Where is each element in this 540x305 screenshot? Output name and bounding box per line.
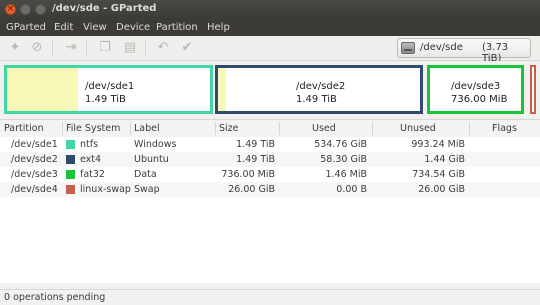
column-header-flags[interactable]: Flags <box>492 123 517 134</box>
toolbar-separator <box>52 41 53 55</box>
column-separator <box>279 122 280 135</box>
menu-gparted[interactable]: GParted <box>6 22 46 33</box>
menu-edit[interactable]: Edit <box>54 22 73 33</box>
partition-map-size: 1.49 TiB <box>296 94 337 105</box>
used-space-bar <box>7 68 79 111</box>
partition-map-size: 1.49 TiB <box>85 94 126 105</box>
column-header-size[interactable]: Size <box>219 123 239 134</box>
partition-map-size: 736.00 MiB <box>451 94 508 105</box>
copy-button[interactable]: ❐ <box>96 39 114 57</box>
column-separator <box>469 122 470 135</box>
table-row[interactable]: /dev/sde1 ntfs Windows 1.49 TiB 534.76 G… <box>0 137 540 152</box>
table-row[interactable]: /dev/sde3 fat32 Data 736.00 MiB 1.46 MiB… <box>0 167 540 182</box>
cell-used: 534.76 GiB <box>314 139 367 150</box>
cell-unused: 734.54 GiB <box>412 169 465 180</box>
menu-help[interactable]: Help <box>207 22 230 33</box>
cell-partition: /dev/sde4 <box>11 184 58 195</box>
partition-map-name: /dev/sde3 <box>451 81 501 92</box>
partition-table-header: Partition File System Label Size Used Un… <box>0 119 540 138</box>
undo-icon: ↶ <box>157 40 169 55</box>
menu-partition[interactable]: Partition <box>156 22 198 33</box>
cell-used: 1.46 MiB <box>325 169 367 180</box>
column-header-unused[interactable]: Unused <box>400 123 436 134</box>
paste-button[interactable]: ▤ <box>121 39 139 57</box>
resize-icon: ⇥ <box>65 40 77 55</box>
cell-label: Swap <box>134 184 160 195</box>
table-row[interactable]: /dev/sde4 linux-swap Swap 26.00 GiB 0.00… <box>0 182 540 197</box>
partition-map-sde2[interactable]: /dev/sde2 1.49 TiB <box>215 65 423 114</box>
cell-partition: /dev/sde1 <box>11 139 58 150</box>
column-header-label[interactable]: Label <box>134 123 160 134</box>
cell-size: 1.49 TiB <box>236 139 275 150</box>
status-bar: 0 operations pending <box>0 289 540 305</box>
column-separator <box>215 122 216 135</box>
cell-filesystem: ntfs <box>80 139 99 150</box>
apply-icon: ✔ <box>181 40 193 55</box>
device-name: /dev/sde <box>420 42 463 53</box>
apply-button[interactable]: ✔ <box>178 39 196 57</box>
title-bar: × /dev/sde - GParted <box>0 0 540 19</box>
filesystem-color-swatch <box>66 185 75 194</box>
cell-unused: 26.00 GiB <box>418 184 465 195</box>
delete-partition-button[interactable]: ⊘ <box>28 39 46 57</box>
close-window-button[interactable]: × <box>5 4 16 15</box>
cell-unused: 1.44 GiB <box>424 154 465 165</box>
filesystem-color-swatch <box>66 170 75 179</box>
partition-map: /dev/sde1 1.49 TiB /dev/sde2 1.49 TiB /d… <box>0 61 540 118</box>
partition-map-sde4[interactable] <box>530 65 536 114</box>
close-icon: × <box>6 4 15 14</box>
cell-filesystem: fat32 <box>80 169 105 180</box>
cell-unused: 993.24 MiB <box>411 139 465 150</box>
maximize-window-button[interactable] <box>35 4 46 15</box>
hard-disk-icon <box>401 42 415 54</box>
partition-map-name: /dev/sde2 <box>296 81 346 92</box>
filesystem-color-swatch <box>66 155 75 164</box>
toolbar: ✦ ⊘ ⇥ ❐ ▤ ↶ ✔ /dev/sde (3.73 TiB) <box>0 36 540 64</box>
paste-icon: ▤ <box>123 40 137 55</box>
toolbar-separator <box>86 41 87 55</box>
partition-map-name: /dev/sde1 <box>85 81 135 92</box>
undo-button[interactable]: ↶ <box>154 39 172 57</box>
cell-label: Windows <box>134 139 177 150</box>
column-header-partition[interactable]: Partition <box>4 123 44 134</box>
used-space-bar <box>218 68 227 111</box>
cell-partition: /dev/sde2 <box>11 154 58 165</box>
window-title: /dev/sde - GParted <box>52 3 157 14</box>
partition-map-sde3[interactable]: /dev/sde3 736.00 MiB <box>427 65 524 114</box>
column-separator <box>372 122 373 135</box>
column-header-filesystem[interactable]: File System <box>66 123 120 134</box>
cell-size: 26.00 GiB <box>228 184 275 195</box>
cell-label: Data <box>134 169 157 180</box>
menu-view[interactable]: View <box>83 22 107 33</box>
cell-size: 1.49 TiB <box>236 154 275 165</box>
new-partition-button[interactable]: ✦ <box>6 39 24 57</box>
column-separator <box>130 122 131 135</box>
cell-used: 58.30 GiB <box>320 154 367 165</box>
new-icon: ✦ <box>9 40 21 55</box>
cell-filesystem: linux-swap <box>80 184 131 195</box>
partition-map-sde1[interactable]: /dev/sde1 1.49 TiB <box>4 65 213 114</box>
cell-filesystem: ext4 <box>80 154 102 165</box>
menu-device[interactable]: Device <box>116 22 150 33</box>
status-text: 0 operations pending <box>4 292 106 303</box>
minimize-window-button[interactable] <box>20 4 31 15</box>
toolbar-separator <box>145 41 146 55</box>
delete-icon: ⊘ <box>31 40 43 55</box>
cell-used: 0.00 B <box>336 184 367 195</box>
cell-size: 736.00 MiB <box>221 169 275 180</box>
copy-icon: ❐ <box>99 40 111 55</box>
device-selector[interactable]: /dev/sde (3.73 TiB) <box>397 38 531 64</box>
table-row[interactable]: /dev/sde2 ext4 Ubuntu 1.49 TiB 58.30 GiB… <box>0 152 540 167</box>
cell-partition: /dev/sde3 <box>11 169 58 180</box>
column-separator <box>62 122 63 135</box>
column-header-used[interactable]: Used <box>312 123 336 134</box>
cell-label: Ubuntu <box>134 154 169 165</box>
filesystem-color-swatch <box>66 140 75 149</box>
menu-bar: GParted Edit View Device Partition Help <box>0 19 540 36</box>
resize-move-button[interactable]: ⇥ <box>62 39 80 57</box>
